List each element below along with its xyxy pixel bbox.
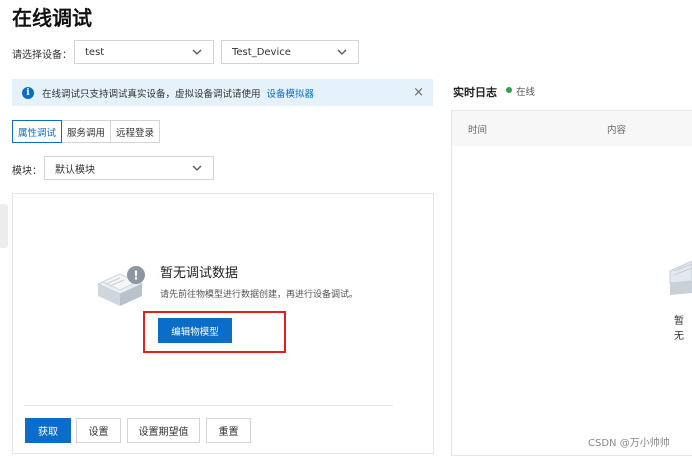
empty-state-title: 暂无调试数据 — [160, 266, 239, 281]
divider — [24, 405, 393, 406]
log-table-header — [452, 111, 692, 146]
tab-service-call[interactable]: 服务调用 — [61, 120, 112, 143]
chevron-down-icon — [337, 49, 347, 55]
product-select[interactable]: test — [74, 40, 214, 64]
device-select-value: Test_Device — [232, 46, 291, 58]
empty-data-icon: ! — [96, 266, 145, 306]
collapse-sidebar-handle[interactable] — [0, 204, 8, 248]
online-status-text: 在线 — [516, 87, 536, 98]
set-expected-value-button[interactable]: 设置期望值 — [127, 418, 200, 443]
module-select-value: 默认模块 — [55, 164, 95, 176]
product-select-value: test — [85, 46, 105, 58]
page-title: 在线调试 — [12, 6, 92, 30]
notice-text: 在线调试只支持调试真实设备，虚拟设备调试请使用 — [42, 88, 261, 100]
module-select[interactable]: 默认模块 — [44, 156, 214, 180]
device-select[interactable]: Test_Device — [221, 40, 359, 64]
empty-data-badge: ! — [133, 269, 138, 283]
log-column-content: 内容 — [607, 125, 627, 136]
empty-state-description: 请先前往物模型进行数据创建，再进行设备调试。 — [160, 290, 359, 300]
log-column-time: 时间 — [468, 125, 488, 136]
module-label: 模块： — [12, 166, 42, 177]
realtime-log-panel — [451, 110, 692, 456]
reset-button[interactable]: 重置 — [206, 418, 251, 443]
tab-property-debug[interactable]: 属性调试 — [12, 120, 63, 143]
debug-tabs: 属性调试 服务调用 远程登录 — [12, 120, 161, 143]
close-icon[interactable]: × — [413, 85, 424, 100]
device-simulator-link[interactable]: 设备模拟器 — [267, 86, 315, 100]
tab-remote-login[interactable]: 远程登录 — [110, 120, 161, 143]
notice-bar: i 在线调试只支持调试真实设备，虚拟设备调试请使用 设备模拟器 × — [12, 79, 433, 106]
highlight-box — [143, 311, 286, 353]
chevron-down-icon — [192, 49, 202, 55]
chevron-down-icon — [192, 165, 202, 171]
empty-log-icon — [669, 260, 692, 295]
watermark: CSDN @万小帅帅 — [588, 438, 670, 449]
info-icon: i — [22, 86, 34, 99]
fetch-button[interactable]: 获取 — [25, 418, 71, 443]
realtime-log-title: 实时日志 — [453, 86, 497, 99]
log-empty-text: 暂无 — [674, 316, 684, 342]
online-status-dot — [506, 87, 512, 93]
set-button[interactable]: 设置 — [76, 418, 121, 443]
device-select-label: 请选择设备： — [12, 50, 72, 61]
